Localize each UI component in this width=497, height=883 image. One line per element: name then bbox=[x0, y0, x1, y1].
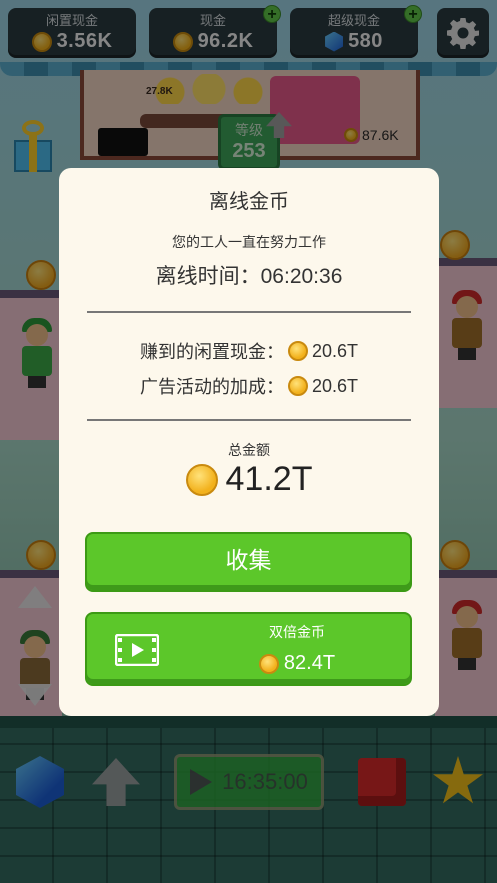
coin-icon bbox=[185, 463, 218, 496]
offline-time: 离线时间：06:20:36 bbox=[59, 260, 439, 290]
idle-cash-earned-row: 赚到的闲置现金： 20.6T bbox=[59, 338, 439, 364]
idle-cash-earned-label: 赚到的闲置现金： bbox=[139, 342, 284, 362]
idle-cash-earned-value: 20.6T bbox=[311, 340, 359, 361]
collect-button[interactable]: 收集 bbox=[85, 532, 412, 592]
offline-time-label: 离线时间： bbox=[155, 265, 261, 288]
dialog-subtitle: 您的工人一直在努力工作 bbox=[172, 234, 326, 250]
coin-icon bbox=[287, 341, 308, 361]
divider bbox=[87, 419, 411, 421]
double-coins-button[interactable]: 双倍金币 82.4T bbox=[85, 612, 412, 686]
ad-bonus-label: 广告活动的加成： bbox=[139, 377, 284, 397]
divider bbox=[87, 311, 411, 313]
double-coins-label: 双倍金币 bbox=[269, 624, 325, 640]
ad-bonus-row: 广告活动的加成： 20.6T bbox=[59, 373, 439, 399]
video-icon bbox=[115, 634, 159, 666]
dialog-title: 离线金币 bbox=[209, 191, 289, 213]
ad-bonus-value: 20.6T bbox=[311, 375, 359, 396]
double-coins-value: 82.4T bbox=[283, 652, 336, 674]
total-label: 总金额 bbox=[228, 442, 270, 458]
total-amount: 41.2T bbox=[59, 460, 439, 499]
coin-icon bbox=[287, 376, 308, 396]
coin-icon bbox=[258, 653, 279, 674]
double-coins-amount: 82.4T bbox=[237, 652, 357, 675]
total-value: 41.2T bbox=[225, 460, 313, 498]
offline-time-value: 06:20:36 bbox=[260, 265, 343, 288]
offline-earnings-dialog: 离线金币 您的工人一直在努力工作 离线时间：06:20:36 赚到的闲置现金： … bbox=[59, 168, 439, 716]
